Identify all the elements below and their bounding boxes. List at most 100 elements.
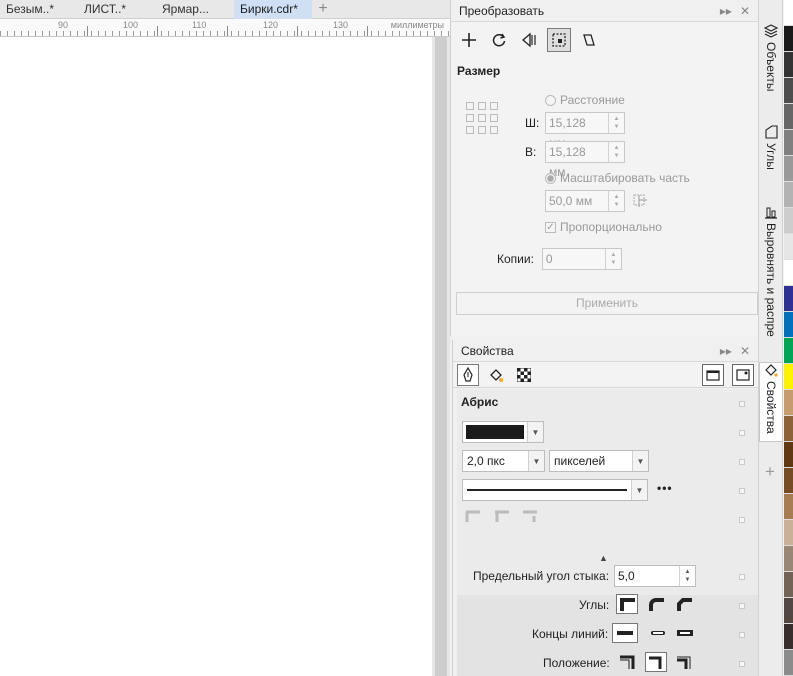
option-checkbox[interactable]: [739, 517, 745, 523]
outline-color-picker[interactable]: ▼: [462, 421, 544, 443]
anchor-point[interactable]: [466, 114, 474, 122]
color-swatch[interactable]: [784, 104, 793, 130]
apply-button[interactable]: Применить: [456, 292, 758, 315]
height-input[interactable]: 15,128 мм ▲ ▼: [545, 141, 625, 179]
outline-units-select[interactable]: пикселей ▼: [549, 450, 649, 472]
proportional-option[interactable]: ✓ Пропорционально: [545, 220, 662, 234]
cap-round-button[interactable]: [644, 623, 670, 643]
color-swatch[interactable]: [784, 546, 793, 572]
color-swatch[interactable]: [784, 390, 793, 416]
outline-tab[interactable]: [457, 363, 479, 386]
side-tab-align[interactable]: Выровнять и распре: [759, 205, 783, 337]
miter-stepper[interactable]: ▲ ▼: [679, 566, 695, 586]
color-swatch[interactable]: [784, 520, 793, 546]
option-checkbox[interactable]: [739, 430, 745, 436]
close-icon[interactable]: ✕: [740, 344, 750, 358]
scale-part-option[interactable]: Масштабировать часть: [545, 171, 690, 185]
color-swatch[interactable]: [784, 338, 793, 364]
color-swatch[interactable]: [784, 442, 793, 468]
chevron-down-icon[interactable]: ▼: [632, 451, 648, 471]
part-input[interactable]: 50,0 мм ▲ ▼: [545, 190, 625, 212]
distance-option[interactable]: Расстояние: [545, 93, 625, 107]
frame-button[interactable]: [702, 363, 724, 386]
color-swatch[interactable]: [784, 26, 793, 52]
arrow-start-icon[interactable]: [465, 510, 481, 527]
position-center-button[interactable]: [645, 652, 667, 672]
skew-tool-button[interactable]: [577, 28, 601, 52]
expand-arrows-icon[interactable]: ▸▸: [720, 4, 732, 18]
color-swatch[interactable]: [784, 78, 793, 104]
distance-radio[interactable]: [545, 94, 556, 106]
corner-round-button[interactable]: [645, 594, 667, 614]
color-swatch[interactable]: [784, 494, 793, 520]
color-swatch[interactable]: [784, 52, 793, 78]
size-tool-button[interactable]: [547, 28, 571, 52]
rotate-tool-button[interactable]: [487, 28, 511, 52]
option-checkbox[interactable]: [739, 661, 745, 667]
tab-doc-3[interactable]: Ярмар...: [156, 0, 234, 19]
outline-width-select[interactable]: 2,0 пкс ▼: [462, 450, 545, 472]
option-checkbox[interactable]: [739, 603, 745, 609]
color-swatch[interactable]: [784, 598, 793, 624]
width-stepper[interactable]: ▲ ▼: [608, 113, 624, 133]
anchor-point[interactable]: [466, 126, 474, 134]
side-tab-corners[interactable]: Углы: [759, 125, 783, 183]
fill-tab[interactable]: [485, 364, 507, 386]
anchor-point[interactable]: [490, 102, 498, 110]
chevron-down-icon[interactable]: ▼: [631, 480, 647, 500]
anchor-point[interactable]: [466, 102, 474, 110]
add-docker-icon[interactable]: +: [765, 462, 775, 482]
canvas-vertical-scrollbar[interactable]: [432, 37, 450, 676]
collapse-up-icon[interactable]: ▲: [599, 553, 608, 563]
color-swatch[interactable]: [784, 416, 793, 442]
tab-doc-active[interactable]: Бирки.cdr*: [234, 0, 312, 19]
color-swatch[interactable]: [784, 312, 793, 338]
color-swatch[interactable]: [784, 286, 793, 312]
color-swatch[interactable]: [784, 650, 793, 676]
copies-stepper[interactable]: ▲ ▼: [604, 249, 621, 269]
color-swatch[interactable]: [784, 0, 793, 26]
color-swatch[interactable]: [784, 624, 793, 650]
cap-square-button[interactable]: [672, 623, 698, 643]
position-inside-button[interactable]: [673, 652, 695, 672]
drawing-canvas[interactable]: [0, 37, 432, 676]
option-checkbox[interactable]: [739, 459, 745, 465]
option-checkbox[interactable]: [739, 401, 745, 407]
height-stepper[interactable]: ▲ ▼: [608, 142, 624, 162]
color-swatch[interactable]: [784, 208, 793, 234]
mirror-tool-button[interactable]: [517, 28, 541, 52]
corner-bevel-button[interactable]: [673, 594, 695, 614]
anchor-point[interactable]: [490, 126, 498, 134]
transparency-tab[interactable]: [513, 364, 535, 386]
arrow-options-icon[interactable]: [494, 510, 510, 527]
anchor-grid[interactable]: [466, 102, 498, 134]
anchor-point[interactable]: [490, 114, 498, 122]
color-swatch[interactable]: [784, 234, 793, 260]
miter-input[interactable]: 5,0 ▲ ▼: [614, 565, 696, 587]
color-swatch[interactable]: [784, 468, 793, 494]
side-tab-properties[interactable]: Свойства: [759, 362, 783, 442]
corner-miter-button[interactable]: [616, 594, 638, 614]
color-swatch[interactable]: [784, 182, 793, 208]
proportional-checkbox[interactable]: ✓: [545, 221, 556, 233]
option-checkbox[interactable]: [739, 632, 745, 638]
expand-arrows-icon[interactable]: ▸▸: [720, 344, 732, 358]
part-anchor-icon[interactable]: [631, 192, 649, 210]
cap-butt-button[interactable]: [612, 623, 638, 643]
anchor-point[interactable]: [478, 126, 486, 134]
scale-part-radio[interactable]: [545, 172, 556, 184]
option-checkbox[interactable]: [739, 488, 745, 494]
width-input[interactable]: 15,128 мм ▲▼: [545, 112, 625, 150]
line-style-select[interactable]: ▼: [462, 479, 648, 501]
tab-doc-2[interactable]: ЛИСТ..*: [78, 0, 156, 19]
chevron-down-icon[interactable]: ▼: [527, 422, 543, 442]
position-tool-button[interactable]: [457, 28, 481, 52]
anchor-point[interactable]: [478, 114, 486, 122]
add-tab-button[interactable]: +: [312, 0, 334, 18]
close-icon[interactable]: ✕: [740, 4, 750, 18]
arrow-end-icon[interactable]: [522, 510, 538, 527]
side-tab-objects[interactable]: Объекты: [759, 24, 783, 100]
copies-input[interactable]: 0 ▲ ▼: [541, 248, 622, 270]
color-swatch[interactable]: [784, 130, 793, 156]
chevron-down-icon[interactable]: ▼: [528, 451, 544, 471]
